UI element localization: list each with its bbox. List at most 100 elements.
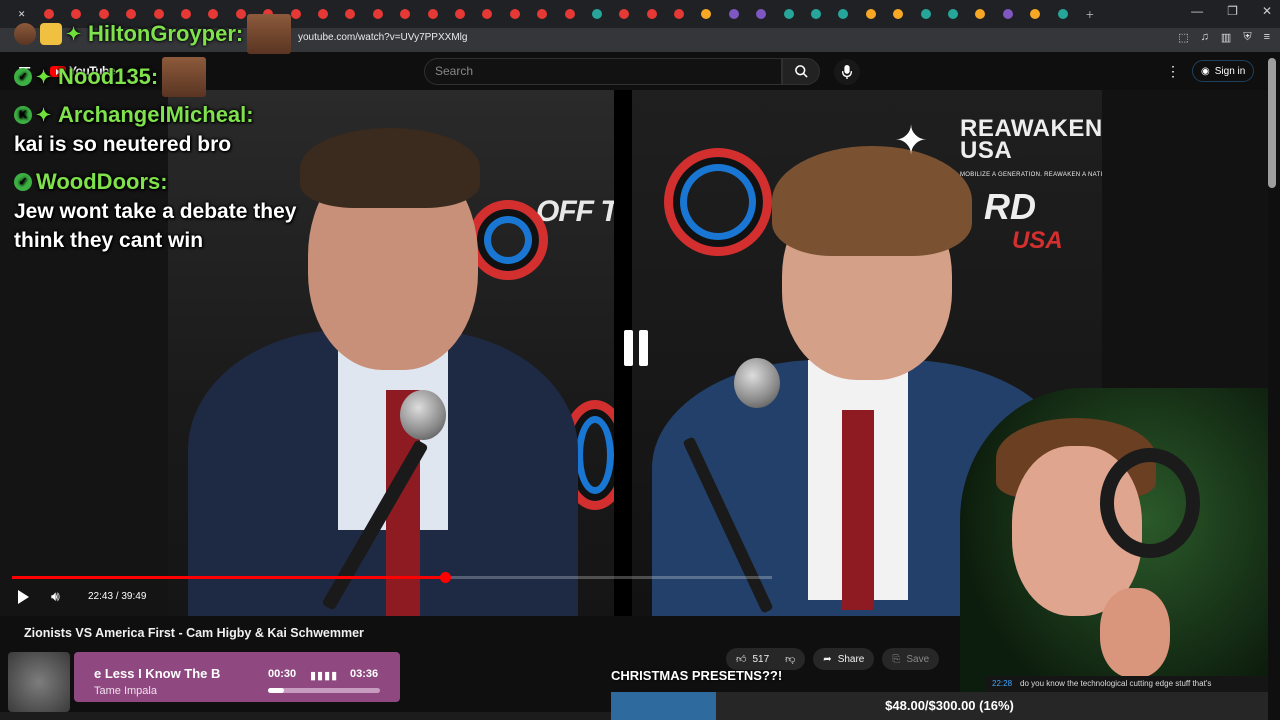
subtitle-bar: 22:28 do you know the technological cutti… — [986, 676, 1268, 692]
chat-message-text: kai is so neutered bro — [14, 133, 232, 156]
browser-tab[interactable] — [446, 3, 473, 25]
browser-tab[interactable] — [720, 3, 747, 25]
page-scrollbar[interactable] — [1268, 58, 1276, 188]
diamond-badge-icon: ✦ — [36, 105, 52, 125]
browser-tab[interactable] — [309, 3, 336, 25]
search-button[interactable] — [782, 58, 820, 85]
song-progress-bar — [268, 688, 380, 693]
chat-username: HiltonGroyper: — [88, 21, 244, 46]
diamond-badge-icon: ✦ — [36, 67, 52, 87]
chat-username: ArchangelMicheal: — [58, 102, 254, 127]
browser-tab[interactable] — [337, 3, 364, 25]
browser-tab[interactable] — [693, 3, 720, 25]
browser-tab[interactable] — [556, 3, 583, 25]
save-button[interactable]: ⎘ Save — [882, 648, 940, 670]
video-title: Zionists VS America First - Cam Higby & … — [24, 626, 364, 640]
browser-tab[interactable] — [611, 3, 638, 25]
sub-badge-icon: ✓ — [14, 68, 32, 86]
browser-tab[interactable] — [857, 3, 884, 25]
song-elapsed: 00:30 — [268, 668, 297, 680]
shield-icon[interactable]: ⛨ — [1243, 31, 1251, 44]
volume-icon[interactable]: 🔊︎ — [51, 588, 60, 605]
menu-icon[interactable]: ≡ — [1264, 31, 1270, 44]
browser-tab[interactable] — [748, 3, 775, 25]
reawaken-tagline: MOBILIZE A GENERATION. REAWAKEN A NATION… — [960, 172, 1114, 178]
headphones — [1100, 448, 1200, 558]
media-icon[interactable]: ♫ — [1201, 31, 1209, 44]
browser-tab[interactable] — [939, 3, 966, 25]
extensions-icon[interactable]: ⬚ — [1178, 31, 1188, 44]
browser-tab[interactable] — [419, 3, 446, 25]
microphone-left — [400, 390, 446, 440]
time-display: 22:43 / 39:49 — [88, 591, 147, 602]
like-count: 517 — [752, 653, 770, 665]
browser-toolbar-icons: ⬚ ♫ ▥ ⛨ ≡ — [1178, 31, 1270, 44]
now-playing-widget: e Less I Know The B Tame Impala 00:30 ▮▮… — [0, 652, 400, 712]
thumbs-up-icon: 👍︎ — [736, 654, 747, 665]
browser-tab[interactable] — [802, 3, 829, 25]
browser-tab[interactable] — [994, 3, 1021, 25]
off-the-record-logo: OFF THE RE — [536, 198, 616, 226]
bookmark-icon: ⎘ — [892, 653, 901, 665]
window-controls: — ❐ ✕ — [1191, 4, 1272, 18]
browser-tab[interactable] — [364, 3, 391, 25]
right-person-tie — [842, 410, 874, 610]
diamond-badge-icon: ✦ — [66, 24, 82, 44]
pause-icon[interactable] — [621, 330, 651, 368]
reawaken-usa-text: USA — [960, 137, 1013, 164]
restore-icon[interactable]: ❐ — [1227, 4, 1238, 18]
album-art — [8, 652, 70, 712]
equalizer-icon: ▮▮▮▮ — [310, 670, 339, 682]
sub-badge-icon: ✓ — [14, 173, 32, 191]
play-icon[interactable] — [18, 590, 29, 604]
player-controls: 🔊︎ 22:43 / 39:49 — [0, 570, 780, 610]
browser-tab[interactable] — [830, 3, 857, 25]
browser-tab[interactable] — [474, 3, 501, 25]
search-input[interactable]: Search — [424, 58, 782, 85]
more-options-icon[interactable]: ⋮ — [1166, 63, 1180, 80]
browser-tab[interactable] — [665, 3, 692, 25]
url-text[interactable]: youtube.com/watch?v=UVy7PPXXMlg — [298, 32, 467, 43]
video-actions: 👍︎ 517 👎︎ ➦ Share ⎘ Save — [726, 648, 940, 670]
browser-tab[interactable] — [583, 3, 610, 25]
like-button[interactable]: 👍︎ 517 👎︎ — [726, 648, 806, 670]
chat-overlay: ✓ ✦ Nood135: K ✦ ArchangelMicheal: kai i… — [14, 57, 314, 255]
voice-search-button[interactable] — [834, 59, 860, 85]
rd-text: RD — [984, 186, 1036, 227]
sign-in-button[interactable]: ◉ Sign in — [1192, 60, 1255, 82]
browser-tab[interactable] — [912, 3, 939, 25]
thumbs-down-icon[interactable]: 👎︎ — [785, 653, 795, 665]
sign-in-label: Sign in — [1214, 65, 1246, 77]
minimize-icon[interactable]: — — [1191, 4, 1203, 18]
stream-banner: CHRISTMAS PRESETNS??! — [611, 668, 783, 683]
new-tab-icon[interactable]: ＋ — [1076, 3, 1103, 25]
sidebar-icon[interactable]: ▥ — [1221, 31, 1231, 44]
avatar — [14, 23, 36, 45]
song-progress-fill — [268, 688, 284, 693]
share-button[interactable]: ➦ Share — [813, 648, 875, 670]
browser-tab[interactable] — [528, 3, 555, 25]
browser-tab[interactable] — [391, 3, 418, 25]
star-ring-logo — [664, 148, 772, 256]
streamer-webcam — [960, 388, 1268, 718]
share-label: Share — [837, 653, 865, 665]
browser-tab[interactable] — [775, 3, 802, 25]
subtitle-text: do you know the technological cutting ed… — [1020, 679, 1212, 688]
browser-tab[interactable] — [1021, 3, 1048, 25]
browser-tab[interactable] — [638, 3, 665, 25]
chat-username: WoodDoors: — [36, 169, 168, 194]
kick-badge-icon: K — [14, 106, 32, 124]
progress-scrubber[interactable] — [440, 572, 452, 583]
microphone-icon — [841, 65, 853, 79]
browser-tab[interactable] — [885, 3, 912, 25]
chat-message-user: ✓ ✦ Nood135: — [14, 57, 314, 97]
close-window-icon[interactable]: ✕ — [1262, 4, 1272, 18]
browser-tab[interactable] — [1049, 3, 1076, 25]
rd-usa-logo: RD USA — [984, 186, 1063, 258]
account-icon: ◉ — [1201, 65, 1210, 77]
browser-tab[interactable] — [501, 3, 528, 25]
reawaken-usa-logo: REAWAKEN USA MOBILIZE A GENERATION. REAW… — [960, 117, 1114, 186]
search-icon — [794, 65, 808, 78]
eagle-logo-icon: ✦ — [894, 119, 928, 163]
browser-tab[interactable] — [967, 3, 994, 25]
